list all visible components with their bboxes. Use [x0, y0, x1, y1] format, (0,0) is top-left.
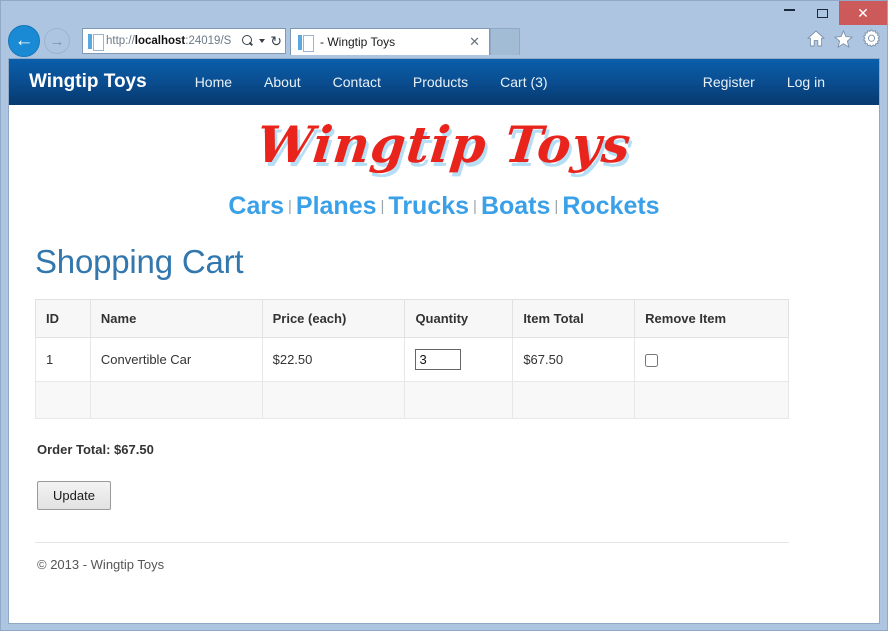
cell-price: $22.50	[261, 336, 406, 382]
category-link-planes[interactable]: Planes	[296, 192, 377, 220]
nav-link-login[interactable]: Log in	[771, 74, 841, 90]
category-separator: |	[473, 197, 477, 215]
nav-link-about[interactable]: About	[248, 74, 317, 90]
column-header-name: Name	[89, 298, 263, 338]
site-brand[interactable]: Wingtip Toys	[29, 71, 147, 93]
primary-nav-links: Home About Contact Products Cart (3)	[179, 74, 564, 90]
cell-empty	[404, 380, 514, 419]
column-header-price: Price (each)	[261, 298, 406, 338]
remove-item-checkbox[interactable]	[645, 353, 659, 367]
tab-wingtip-toys[interactable]: - Wingtip Toys ✕	[290, 28, 490, 55]
address-bar-actions: ↻	[241, 34, 282, 48]
table-row-empty	[35, 380, 789, 419]
browser-toolbar: ← → http://localhost:24019/S ↻ - Wingtip…	[1, 25, 887, 58]
tab-title: - Wingtip Toys	[320, 35, 396, 49]
nav-link-products[interactable]: Products	[397, 74, 484, 90]
cell-empty	[89, 380, 263, 419]
tab-close-icon[interactable]: ✕	[465, 34, 484, 50]
tab-favicon-icon	[298, 34, 314, 52]
forward-arrow-icon: →	[49, 32, 65, 50]
category-link-rockets[interactable]: Rockets	[562, 192, 659, 220]
update-button[interactable]: Update	[37, 480, 111, 510]
cell-empty	[261, 380, 406, 419]
column-header-quantity: Quantity	[404, 298, 514, 338]
favorites-star-icon[interactable]	[834, 29, 853, 48]
chevron-down-icon[interactable]	[259, 39, 266, 43]
url-path: :24019/S	[185, 35, 232, 47]
minimize-icon	[784, 9, 795, 11]
shopping-cart-table: ID Name Price (each) Quantity Item Total…	[35, 298, 789, 419]
maximize-icon	[817, 8, 828, 18]
order-total-label: Order Total: $67.50	[37, 441, 154, 457]
nav-link-cart[interactable]: Cart (3)	[484, 74, 563, 90]
url-host: localhost	[134, 35, 186, 47]
table-header: ID Name Price (each) Quantity Item Total…	[35, 298, 789, 338]
refresh-icon[interactable]: ↻	[270, 34, 282, 48]
site-navigation-bar: Wingtip Toys Home About Contact Products…	[9, 59, 879, 105]
cell-empty	[35, 380, 91, 419]
new-tab-button[interactable]	[490, 28, 520, 55]
category-links: Cars | Planes | Trucks | Boats | Rockets	[9, 176, 879, 227]
category-link-trucks[interactable]: Trucks	[388, 192, 469, 220]
main-content: Shopping Cart ID Name Price (each) Quant…	[9, 243, 879, 572]
back-button[interactable]: ←	[8, 25, 40, 57]
cell-quantity	[404, 336, 514, 382]
window-controls: ✕	[773, 1, 887, 25]
cell-remove	[634, 336, 789, 382]
category-separator: |	[554, 197, 559, 215]
nav-link-contact[interactable]: Contact	[317, 74, 397, 90]
table-row: 1 Convertible Car $22.50 $67.50	[35, 336, 789, 382]
table-header-row: ID Name Price (each) Quantity Item Total…	[35, 298, 789, 338]
maximize-button[interactable]	[806, 1, 839, 25]
close-button[interactable]: ✕	[839, 1, 887, 25]
cell-item-total: $67.50	[512, 336, 636, 382]
nav-link-register[interactable]: Register	[687, 74, 771, 90]
column-header-remove-item: Remove Item	[634, 298, 789, 338]
page-viewport: Wingtip Toys Home About Contact Products…	[8, 58, 880, 624]
table-body: 1 Convertible Car $22.50 $67.50	[35, 336, 789, 419]
cell-empty	[512, 380, 636, 419]
title-bar: ✕	[1, 1, 887, 25]
browser-window: ✕ ← → http://localhost:24019/S ↻ - Wingt…	[0, 0, 888, 631]
cell-name: Convertible Car	[89, 336, 263, 382]
column-header-item-total: Item Total	[512, 298, 636, 338]
column-header-id: ID	[35, 298, 91, 338]
account-nav-links: Register Log in	[687, 59, 841, 105]
back-arrow-icon: ←	[14, 30, 34, 51]
search-icon[interactable]	[241, 34, 254, 48]
site-logo-area: Wingtip Toys	[9, 105, 879, 176]
forward-button[interactable]: →	[44, 28, 70, 54]
browser-action-icons	[807, 29, 881, 48]
category-link-boats[interactable]: Boats	[481, 192, 550, 220]
quantity-input[interactable]	[415, 348, 462, 370]
nav-link-home[interactable]: Home	[179, 74, 248, 90]
footer-copyright: © 2013 - Wingtip Toys	[37, 556, 165, 572]
address-bar[interactable]: http://localhost:24019/S ↻	[82, 28, 286, 54]
url-scheme: http://	[106, 35, 135, 47]
settings-gear-icon[interactable]	[862, 29, 881, 48]
cell-id: 1	[35, 336, 91, 382]
page-document-icon	[88, 33, 104, 51]
category-link-cars[interactable]: Cars	[228, 192, 284, 220]
home-icon[interactable]	[807, 30, 825, 47]
cell-empty	[634, 380, 789, 419]
address-bar-url: http://localhost:24019/S	[106, 35, 241, 47]
category-separator: |	[288, 197, 292, 215]
tab-strip: - Wingtip Toys ✕	[290, 28, 520, 58]
category-separator: |	[380, 197, 385, 215]
site-logo: Wingtip Toys	[253, 115, 635, 174]
page-title: Shopping Cart	[35, 242, 244, 280]
minimize-button[interactable]	[773, 1, 806, 25]
